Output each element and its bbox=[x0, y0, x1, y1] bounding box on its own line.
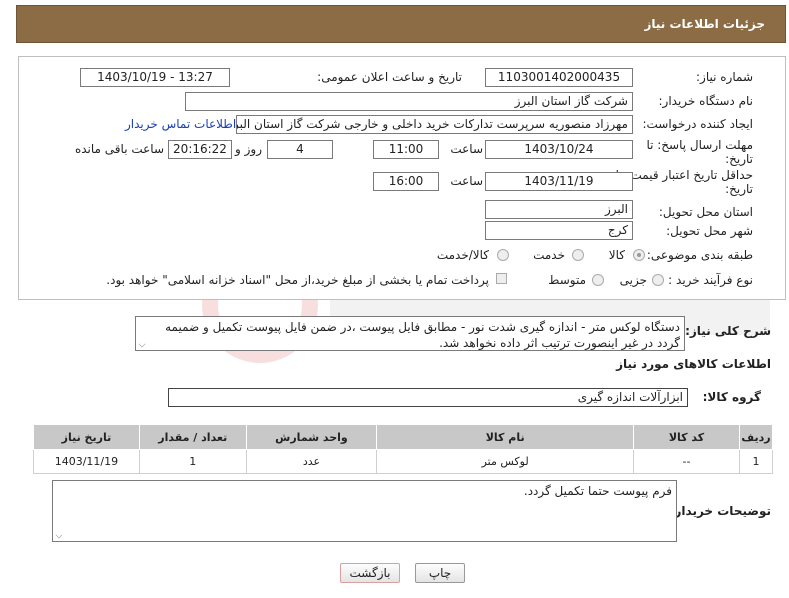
city-field[interactable]: کرج bbox=[485, 221, 633, 240]
page-title: جزئیات اطلاعات نیاز bbox=[644, 17, 765, 31]
category-option-goods-service: کالا/خدمت bbox=[436, 248, 489, 262]
buyer-notes-label: توضیحات خریدار: bbox=[669, 504, 771, 518]
category-option-service: خدمت bbox=[533, 248, 565, 262]
cell-item-name: لوکس متر bbox=[376, 449, 635, 474]
description-label: شرح کلی نیاز: bbox=[685, 324, 771, 338]
price-validity-time-field[interactable]: 16:00 bbox=[373, 172, 439, 191]
price-validity-label-date: تاریخ: bbox=[725, 182, 753, 196]
col-item-code: کد کالا bbox=[633, 424, 740, 450]
requester-label: ایجاد کننده درخواست: bbox=[642, 117, 753, 131]
resize-handle-icon[interactable] bbox=[55, 531, 63, 539]
treasury-payment-checkbox[interactable] bbox=[496, 273, 507, 284]
price-validity-date-field[interactable]: 1403/11/19 bbox=[485, 172, 633, 191]
cell-quantity: 1 bbox=[138, 449, 247, 474]
col-row-number: ردیف bbox=[738, 424, 774, 450]
buyer-contact-link[interactable]: اطلاعات تماس خریدار bbox=[125, 117, 236, 131]
reply-time-field[interactable]: 11:00 bbox=[373, 140, 439, 159]
resize-handle-icon[interactable] bbox=[138, 340, 146, 348]
process-type-label: نوع فرآیند خرید : bbox=[668, 273, 753, 287]
days-label: روز و bbox=[235, 142, 262, 156]
category-radio-goods[interactable] bbox=[633, 249, 645, 261]
remaining-time-label: ساعت باقی مانده bbox=[74, 142, 164, 156]
buyer-notes-text: فرم پیوست حتما تکمیل گردد. bbox=[523, 484, 672, 498]
col-need-date: تاریخ نیاز bbox=[33, 424, 140, 450]
price-validity-label: حداقل تاریخ اعتبار قیمت: تا bbox=[615, 168, 753, 182]
province-label: استان محل تحویل: bbox=[658, 205, 753, 219]
process-radio-minor[interactable] bbox=[652, 274, 664, 286]
goods-group-label: گروه کالا: bbox=[702, 390, 761, 404]
cell-unit: عدد bbox=[245, 449, 378, 474]
announce-datetime-field[interactable]: 1403/10/19 - 13:27 bbox=[80, 68, 230, 87]
need-number-field[interactable]: 1103001402000435 bbox=[485, 68, 633, 87]
print-button[interactable]: چاپ bbox=[415, 563, 465, 583]
goods-section-title: اطلاعات کالاهای مورد نیاز bbox=[616, 357, 771, 371]
category-label: طبقه بندی موضوعی: bbox=[646, 248, 753, 262]
need-number-label: شماره نیاز: bbox=[696, 70, 753, 84]
category-radio-service[interactable] bbox=[572, 249, 584, 261]
process-option-minor: جزیی bbox=[619, 273, 647, 287]
description-text: دستگاه لوکس متر - اندازه گیری شدت نور - … bbox=[165, 320, 680, 350]
city-label: شهر محل تحویل: bbox=[666, 224, 753, 238]
price-validity-time-label: ساعت bbox=[450, 174, 483, 188]
province-field[interactable]: البرز bbox=[485, 200, 633, 219]
description-textarea[interactable]: دستگاه لوکس متر - اندازه گیری شدت نور - … bbox=[135, 316, 685, 351]
announce-datetime-label: تاریخ و ساعت اعلان عمومی: bbox=[317, 70, 462, 84]
table-row: 1 -- لوکس متر عدد 1 1403/11/19 bbox=[33, 449, 774, 474]
col-item-name: نام کالا bbox=[376, 424, 635, 450]
back-button[interactable]: بازگشت bbox=[340, 563, 400, 583]
col-quantity: تعداد / مقدار bbox=[138, 424, 247, 450]
days-remaining-field[interactable]: 4 bbox=[267, 140, 333, 159]
process-radio-medium[interactable] bbox=[592, 274, 604, 286]
process-option-medium: متوسط bbox=[548, 273, 586, 287]
reply-deadline-label: مهلت ارسال پاسخ: تا bbox=[646, 138, 753, 152]
page-header: جزئیات اطلاعات نیاز bbox=[16, 5, 786, 43]
category-radio-goods-service[interactable] bbox=[497, 249, 509, 261]
buyer-notes-textarea[interactable]: فرم پیوست حتما تکمیل گردد. bbox=[52, 480, 677, 542]
cell-item-code: -- bbox=[633, 449, 740, 474]
treasury-payment-note: پرداخت تمام یا بخشی از مبلغ خرید،از محل … bbox=[106, 273, 489, 287]
requester-field[interactable]: مهرزاد منصوریه سرپرست تدارکات خرید داخلی… bbox=[236, 115, 633, 134]
buyer-org-label: نام دستگاه خریدار: bbox=[658, 94, 754, 108]
reply-deadline-label-date: تاریخ: bbox=[725, 152, 753, 166]
cell-row-number: 1 bbox=[738, 449, 774, 474]
category-option-goods: کالا bbox=[608, 248, 625, 262]
reply-time-label: ساعت bbox=[450, 142, 483, 156]
col-unit: واحد شمارش bbox=[245, 424, 378, 450]
goods-table: ردیف کد کالا نام کالا واحد شمارش تعداد /… bbox=[33, 424, 774, 474]
goods-table-header: ردیف کد کالا نام کالا واحد شمارش تعداد /… bbox=[33, 424, 774, 450]
remaining-time-field[interactable]: 20:16:22 bbox=[168, 140, 232, 159]
buyer-org-field[interactable]: شرکت گاز استان البرز bbox=[185, 92, 633, 111]
cell-need-date: 1403/11/19 bbox=[33, 449, 140, 474]
reply-deadline-date-field[interactable]: 1403/10/24 bbox=[485, 140, 633, 159]
goods-group-field[interactable]: ابزارآلات اندازه گیری bbox=[168, 388, 688, 407]
